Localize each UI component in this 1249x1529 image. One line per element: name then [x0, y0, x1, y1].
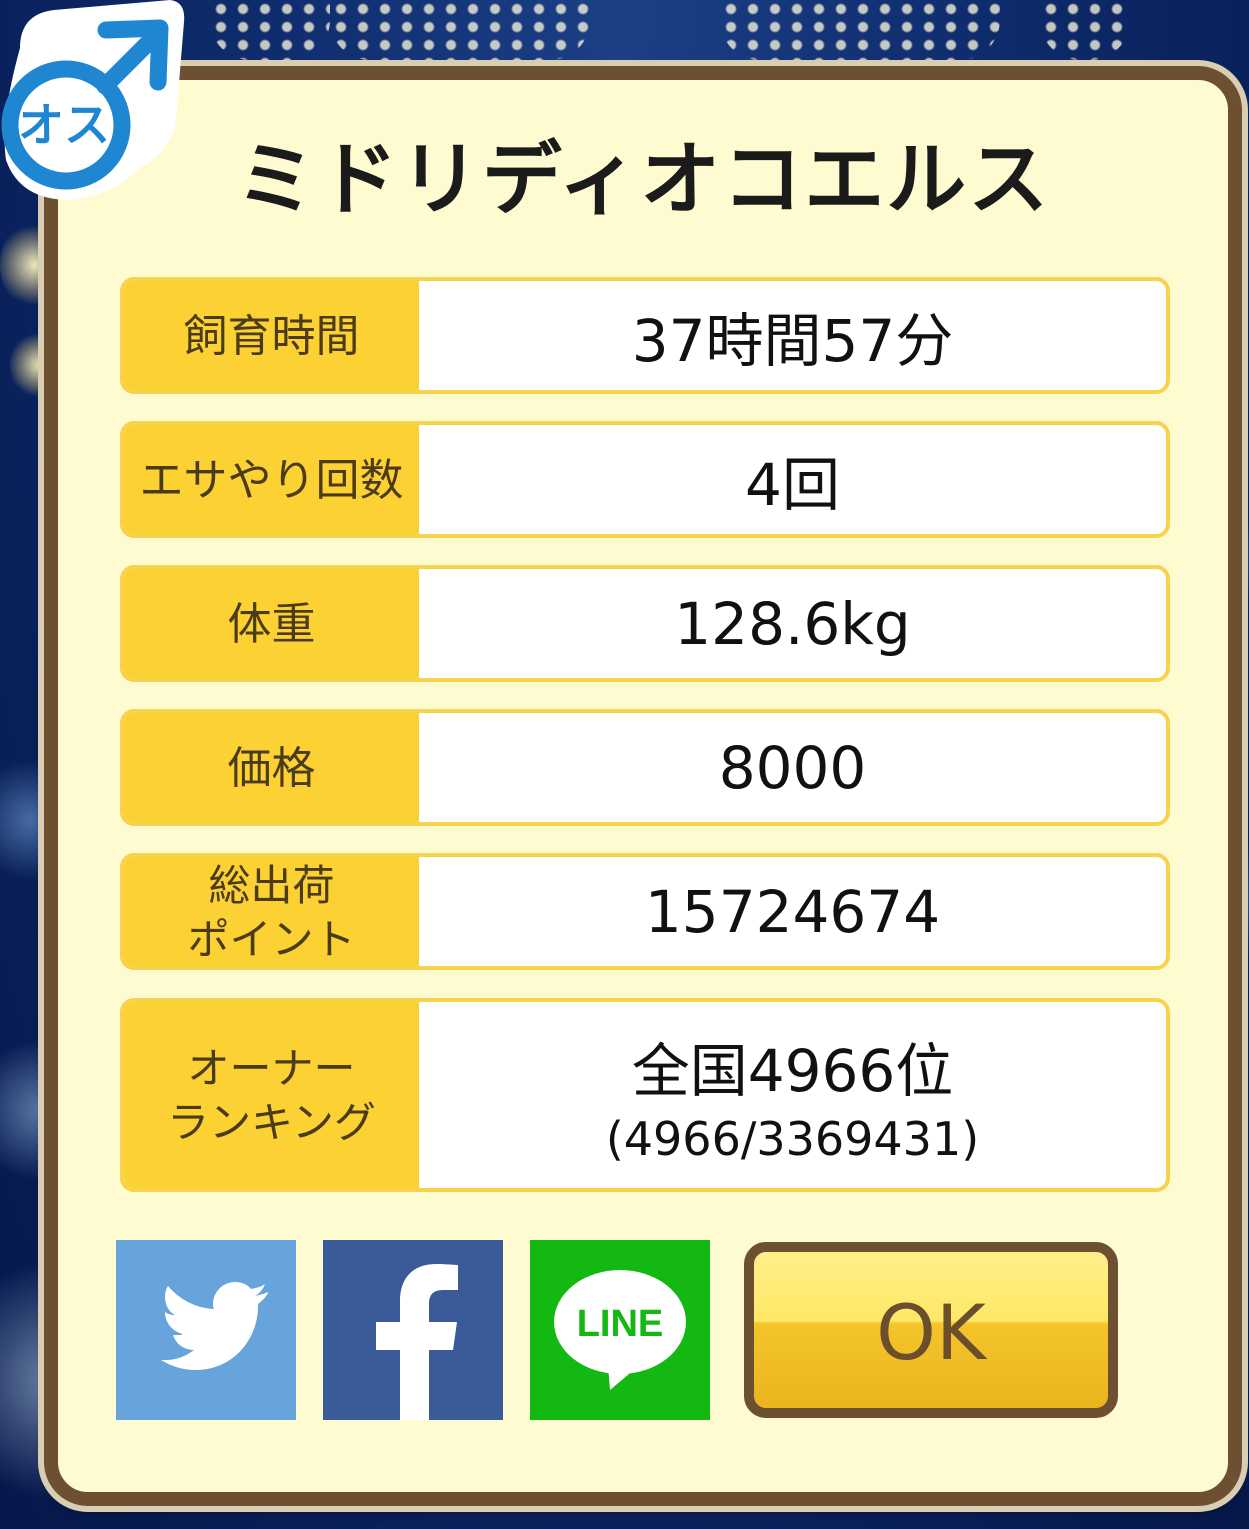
stat-row-price: 価格 8000	[120, 709, 1170, 826]
ranking-detail: (4966/3369431)	[605, 1112, 980, 1166]
stat-label: オーナー ランキング	[124, 1002, 419, 1188]
chandelier-light	[330, 0, 590, 60]
stat-label-line2: ランキング	[167, 1098, 376, 1147]
stat-label: 総出荷 ポイント	[124, 857, 419, 966]
stat-value: 全国4966位 (4966/3369431)	[419, 1002, 1166, 1188]
stat-label: 飼育時間	[124, 281, 419, 390]
stat-label: 価格	[124, 713, 419, 822]
stat-label-line1: 総出荷	[208, 860, 335, 910]
stat-value-text: 15724674	[644, 877, 941, 946]
stat-value: 37時間57分	[419, 281, 1166, 390]
share-twitter-button[interactable]	[116, 1240, 296, 1420]
stat-value-text: 37時間57分	[631, 306, 954, 375]
stat-value: 8000	[419, 713, 1166, 822]
facebook-f-icon	[376, 1264, 458, 1420]
character-name: ミドリディオコエルス	[235, 133, 1051, 226]
stat-value-text: 4回	[745, 450, 840, 519]
stat-value-text: 128.6kg	[674, 589, 911, 658]
share-line-button[interactable]: LINE	[530, 1240, 710, 1420]
chandelier-light	[1040, 0, 1130, 60]
ranking-value: 全国4966位	[631, 1037, 954, 1105]
line-logo-text: LINE	[577, 1303, 664, 1345]
stat-label: エサやり回数	[124, 425, 419, 534]
stat-label-line2: ポイント	[187, 914, 356, 964]
stat-row-weight: 体重 128.6kg	[120, 565, 1170, 682]
stat-value: 15724674	[419, 857, 1166, 966]
stat-value: 4回	[419, 425, 1166, 534]
stat-row-shipping-points: 総出荷 ポイント 15724674	[120, 853, 1170, 970]
stat-value: 128.6kg	[419, 569, 1166, 678]
ok-button[interactable]: OK	[744, 1242, 1118, 1418]
stat-label: 体重	[124, 569, 419, 678]
stat-row-breeding-time: 飼育時間 37時間57分	[120, 277, 1170, 394]
stat-row-feed-count: エサやり回数 4回	[120, 421, 1170, 538]
stat-label-line1: オーナー	[187, 1044, 356, 1093]
chandelier-light	[210, 0, 330, 60]
twitter-bird-icon	[161, 1282, 268, 1370]
line-chat-icon: LINE	[554, 1270, 686, 1390]
ok-button-label: OK	[876, 1287, 986, 1377]
stat-value-text: 8000	[718, 733, 867, 802]
chandelier-light	[720, 0, 1000, 60]
stat-row-owner-ranking: オーナーランキング 全国4966位 (4966/3369431)	[120, 998, 1170, 1192]
share-facebook-button[interactable]	[323, 1240, 503, 1420]
